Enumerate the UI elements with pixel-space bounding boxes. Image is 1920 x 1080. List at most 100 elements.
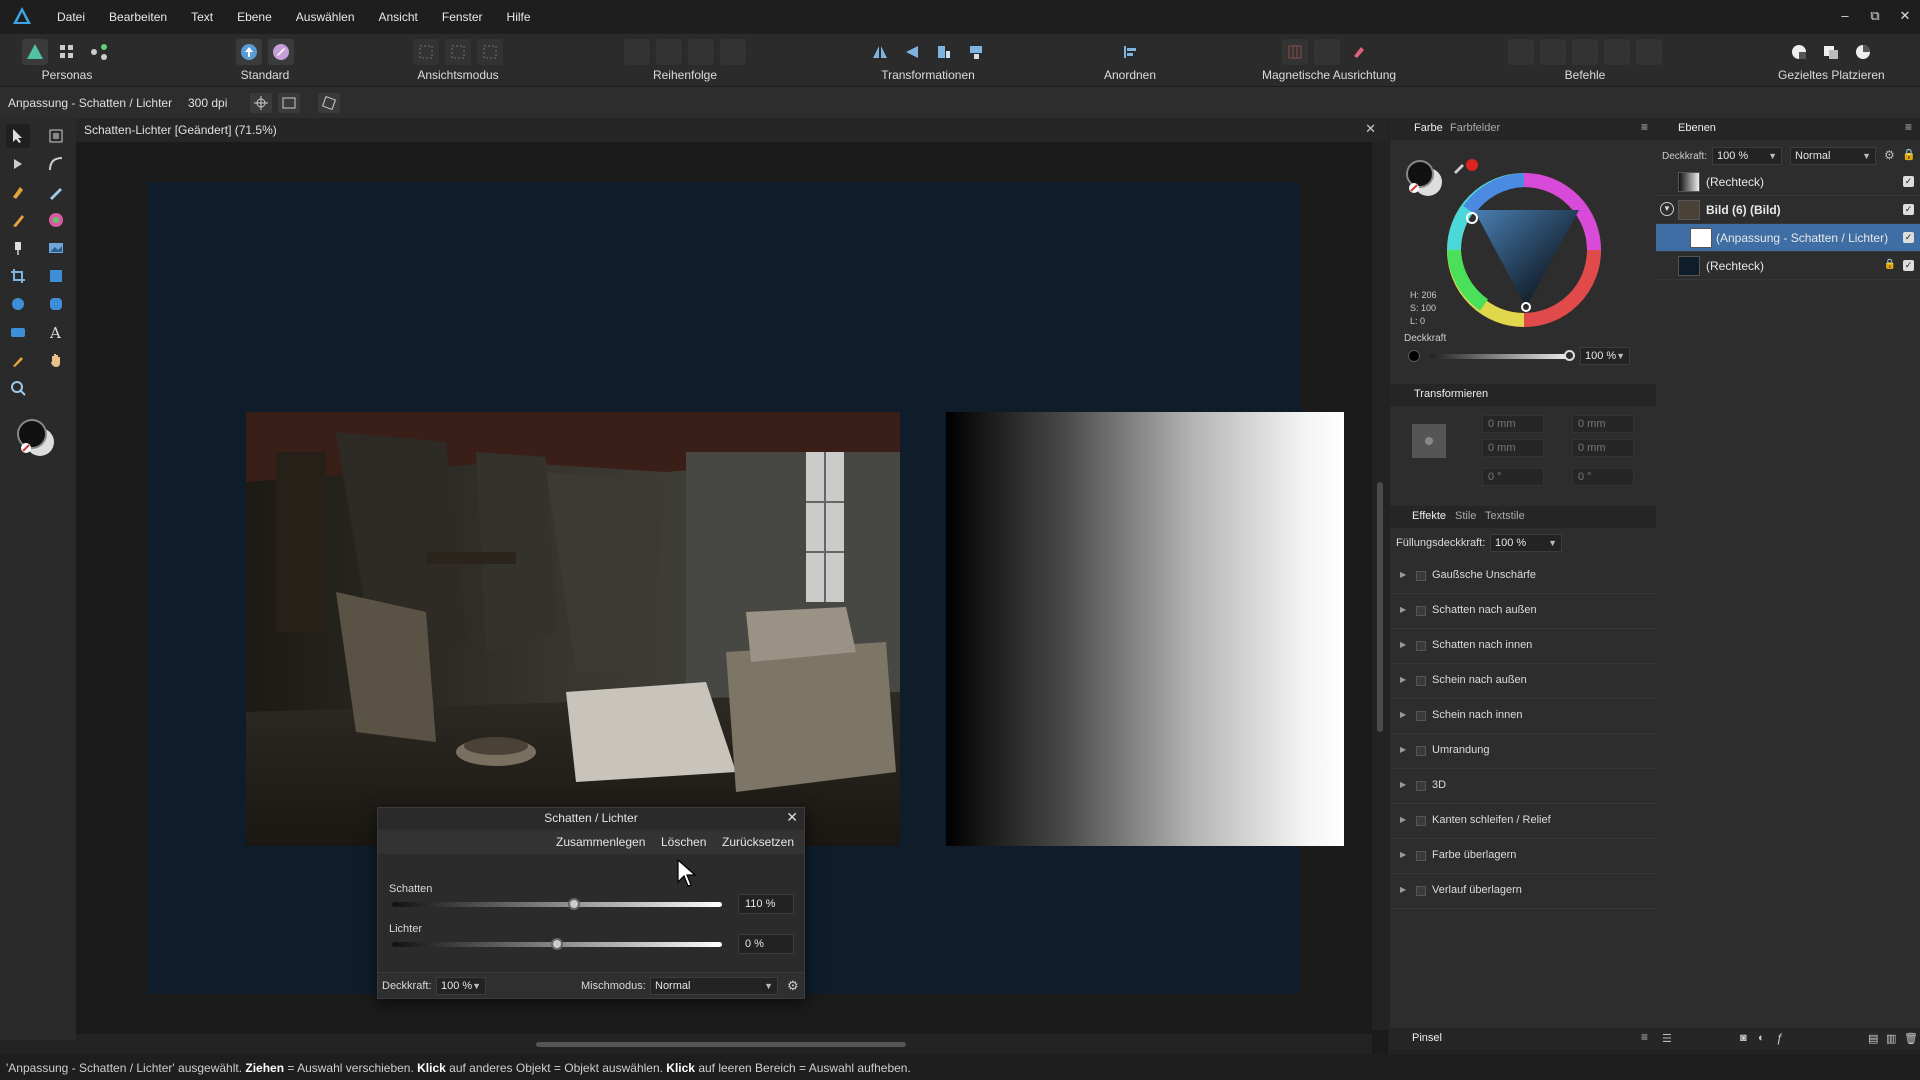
hand-tool-icon[interactable] xyxy=(44,348,68,372)
brush-tool-icon[interactable] xyxy=(6,208,30,232)
transform-height-field[interactable]: 0 mm xyxy=(1572,439,1634,457)
text-tool-icon[interactable]: A xyxy=(44,320,68,344)
transform-shear-field[interactable]: 0 ° xyxy=(1572,468,1634,486)
snapping-option-icon[interactable] xyxy=(1314,39,1340,65)
tab-effects[interactable]: Effekte xyxy=(1412,510,1446,522)
panel-menu-icon[interactable]: ≡ xyxy=(1641,1030,1648,1044)
fill-stroke-swatch-icon[interactable] xyxy=(1404,158,1446,200)
effect-checkbox[interactable] xyxy=(1416,711,1426,721)
effect-checkbox[interactable] xyxy=(1416,571,1426,581)
effect-checkbox[interactable] xyxy=(1416,676,1426,686)
zoom-tool-icon[interactable] xyxy=(6,376,30,400)
expand-icon[interactable]: ▶ xyxy=(1400,570,1406,579)
vertical-scroll-thumb[interactable] xyxy=(1377,482,1383,732)
panel-menu-icon[interactable]: ≡ xyxy=(1641,120,1648,134)
visibility-checkbox[interactable]: ✓ xyxy=(1903,204,1914,215)
export-persona-icon[interactable] xyxy=(86,39,112,65)
vertical-scrollbar[interactable] xyxy=(1372,142,1388,1030)
color-opacity-knob[interactable] xyxy=(1564,350,1575,361)
menu-auswaehlen[interactable]: Auswählen xyxy=(296,0,355,34)
shape-tool-icon[interactable] xyxy=(6,320,30,344)
placement-1-icon[interactable] xyxy=(1786,39,1812,65)
lock-icon[interactable]: 🔒 xyxy=(1902,148,1916,161)
duplicate-layer-icon[interactable]: ▥ xyxy=(1886,1032,1896,1045)
color-opacity-field[interactable]: 100 % ▼ xyxy=(1580,347,1630,365)
menu-text[interactable]: Text xyxy=(191,0,213,34)
order-front-icon[interactable] xyxy=(720,39,746,65)
merge-button[interactable]: Zusammenlegen xyxy=(552,833,649,851)
shadows-slider[interactable] xyxy=(392,898,722,910)
expand-icon[interactable]: ▶ xyxy=(1400,885,1406,894)
gear-icon[interactable]: ⚙ xyxy=(1884,148,1895,162)
document-close-button[interactable]: ✕ xyxy=(1365,121,1376,137)
visibility-checkbox[interactable]: ✓ xyxy=(1903,260,1914,271)
rotate-left-icon[interactable] xyxy=(931,39,957,65)
placement-2-icon[interactable] xyxy=(1818,39,1844,65)
dialog-close-button[interactable]: ✕ xyxy=(786,809,798,826)
color-wheel[interactable] xyxy=(1444,170,1604,330)
view-mode-2-icon[interactable] xyxy=(445,39,471,65)
transform-x-field[interactable]: 0 mm xyxy=(1482,415,1544,433)
rectangle-tool-icon[interactable] xyxy=(44,264,68,288)
expand-icon[interactable]: ▶ xyxy=(1400,605,1406,614)
highlights-value-field[interactable]: 0 % xyxy=(738,934,794,954)
layers-stack-icon[interactable]: ☰ xyxy=(1662,1032,1672,1045)
effect-checkbox[interactable] xyxy=(1416,606,1426,616)
menu-bearbeiten[interactable]: Bearbeiten xyxy=(109,0,167,34)
visibility-checkbox[interactable]: ✓ xyxy=(1903,176,1914,187)
effect-row[interactable]: ▶ Gaußsche Unschärfe xyxy=(1390,559,1656,594)
menu-datei[interactable]: Datei xyxy=(57,0,85,34)
color-swatch-icon[interactable] xyxy=(16,418,56,458)
tab-color[interactable]: Farbe xyxy=(1414,122,1443,134)
tab-styles[interactable]: Stile xyxy=(1455,510,1476,522)
placement-3-icon[interactable] xyxy=(1850,39,1876,65)
effect-row[interactable]: ▶ Schatten nach innen xyxy=(1390,629,1656,664)
color-picker-tool-icon[interactable] xyxy=(6,348,30,372)
flip-horizontal-icon[interactable] xyxy=(867,39,893,65)
panel-menu-icon[interactable]: ≡ xyxy=(1905,120,1912,134)
ellipse-tool-icon[interactable] xyxy=(6,292,30,316)
command-4-icon[interactable] xyxy=(1604,39,1630,65)
flip-vertical-icon[interactable] xyxy=(899,39,925,65)
rotate-right-icon[interactable] xyxy=(963,39,989,65)
gradient-rectangle[interactable] xyxy=(946,412,1344,846)
effect-checkbox[interactable] xyxy=(1416,816,1426,826)
layers-blend-dropdown[interactable]: Normal ▼ xyxy=(1790,147,1876,165)
layer-row-selected[interactable]: (Anpassung - Schatten / Lichter) ✓ xyxy=(1656,224,1920,252)
command-3-icon[interactable] xyxy=(1572,39,1598,65)
minimize-button[interactable]: – xyxy=(1830,0,1860,34)
effect-row[interactable]: ▶ Verlauf überlagern xyxy=(1390,874,1656,909)
color-opacity-slider[interactable] xyxy=(1430,350,1575,361)
effect-row[interactable]: ▶ Farbe überlagern xyxy=(1390,839,1656,874)
lock-icon[interactable]: 🔒 xyxy=(1884,259,1896,270)
shadows-slider-knob[interactable] xyxy=(567,898,580,910)
tab-swatches[interactable]: Farbfelder xyxy=(1450,122,1500,134)
rounded-rect-tool-icon[interactable] xyxy=(44,292,68,316)
effect-row[interactable]: ▶ Schein nach außen xyxy=(1390,664,1656,699)
highlights-slider-knob[interactable] xyxy=(551,938,563,950)
effect-row[interactable]: ▶ Schein nach innen xyxy=(1390,699,1656,734)
mill-interior-photo[interactable] xyxy=(246,412,900,846)
layer-row[interactable]: ▼ Bild (6) (Bild) ✓ xyxy=(1656,196,1920,224)
adjustment-icon[interactable]: ◐ xyxy=(1758,1032,1765,1044)
view-mode-3-icon[interactable] xyxy=(477,39,503,65)
transform-y-field[interactable]: 0 mm xyxy=(1482,439,1544,457)
pencil-tool-icon[interactable] xyxy=(44,180,68,204)
dialog-opacity-dropdown[interactable]: 100 % ▼ xyxy=(436,977,486,995)
menu-fenster[interactable]: Fenster xyxy=(442,0,483,34)
restore-button[interactable]: ⧉ xyxy=(1860,0,1890,34)
order-backward-icon[interactable] xyxy=(656,39,682,65)
expand-icon[interactable]: ▶ xyxy=(1400,640,1406,649)
tab-brushes[interactable]: Pinsel xyxy=(1412,1032,1442,1044)
rotate-tool-icon[interactable] xyxy=(318,93,340,113)
node-tool-icon[interactable] xyxy=(6,152,30,176)
selection-box-icon[interactable] xyxy=(278,93,300,113)
place-image-icon[interactable] xyxy=(44,236,68,260)
gear-icon[interactable]: ⚙ xyxy=(787,978,799,994)
horizontal-scrollbar[interactable] xyxy=(76,1034,1372,1054)
expand-icon[interactable]: ▶ xyxy=(1400,745,1406,754)
order-back-icon[interactable] xyxy=(624,39,650,65)
expand-icon[interactable]: ▶ xyxy=(1400,710,1406,719)
fill-tool-icon[interactable] xyxy=(44,208,68,232)
transform-width-field[interactable]: 0 mm xyxy=(1572,415,1634,433)
